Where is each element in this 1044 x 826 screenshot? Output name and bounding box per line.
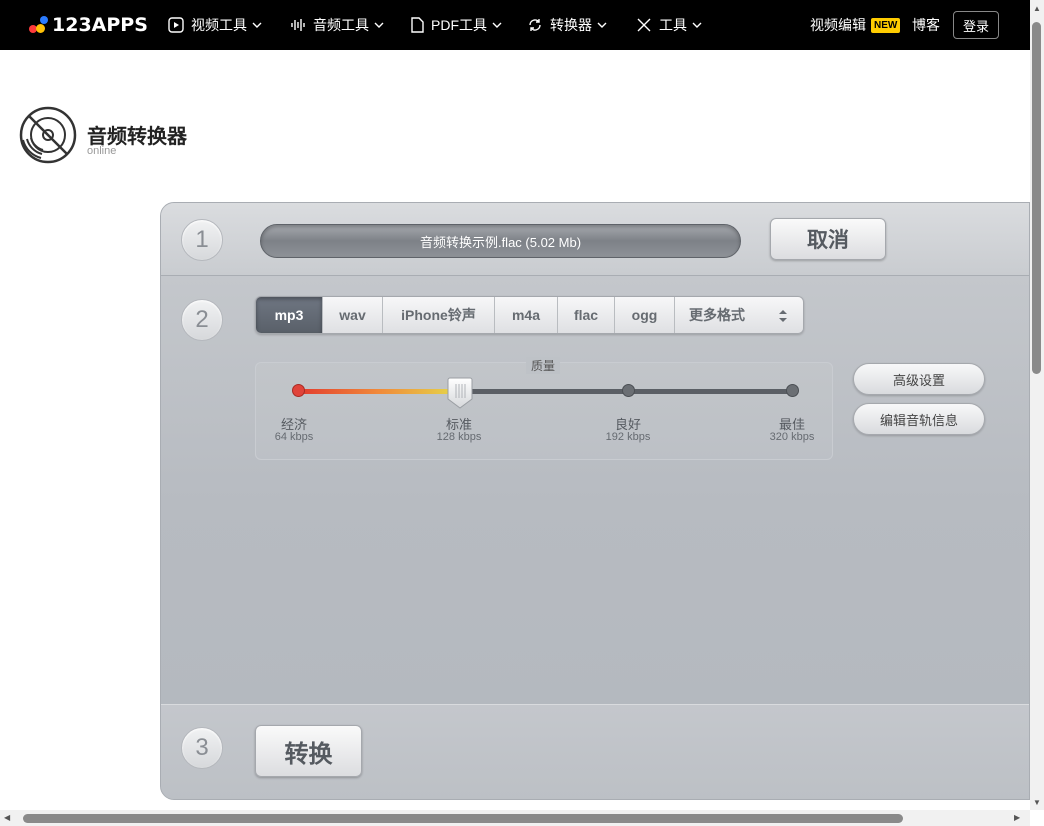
format-selector: mp3 wav iPhone铃声 m4a flac ogg 更多格式: [255, 296, 804, 334]
nav-tools-label: 工具: [659, 17, 687, 33]
format-iphone-ringtone[interactable]: iPhone铃声: [383, 297, 495, 333]
top-navigation-bar: 123APPS 视频工具 音频工具 PDF工具 转换器 工具 视频编辑 NEW …: [0, 0, 1030, 50]
quality-slider-group: 质量 经济 64 kbps 标准 128 kbps 良好 192 kbps 最佳…: [255, 357, 833, 460]
quality-economy-rate: 64 kbps: [274, 431, 314, 443]
scroll-right-icon[interactable]: ▶: [1014, 813, 1020, 822]
play-icon: [168, 17, 184, 33]
nav-converter[interactable]: 转换器: [527, 15, 607, 35]
updown-arrows-icon: [779, 310, 787, 322]
quality-stop-good[interactable]: [622, 384, 635, 397]
chevron-down-icon: [252, 22, 262, 28]
logo-dots-icon: [29, 15, 49, 35]
step-2-number: 2: [181, 299, 223, 341]
quality-stop-economy[interactable]: [292, 384, 305, 397]
scroll-down-icon[interactable]: ▼: [1033, 798, 1041, 807]
quality-track-fill: [298, 389, 460, 394]
format-ogg[interactable]: ogg: [615, 297, 675, 333]
nav-audio-tools[interactable]: 音频工具: [290, 15, 384, 35]
edit-track-info-button[interactable]: 编辑音轨信息: [853, 403, 985, 435]
convert-button[interactable]: 转换: [255, 725, 362, 777]
nav-tools[interactable]: 工具: [636, 15, 702, 35]
format-m4a[interactable]: m4a: [495, 297, 558, 333]
file-name-bar: 音频转换示例.flac (5.02 Mb): [260, 224, 741, 258]
vertical-scrollbar-thumb[interactable]: [1032, 22, 1041, 374]
logo[interactable]: 123APPS: [29, 14, 148, 36]
nav-video-editor[interactable]: 视频编辑 NEW: [810, 15, 901, 35]
quality-standard-rate: 128 kbps: [436, 431, 482, 443]
advanced-settings-button[interactable]: 高级设置: [853, 363, 985, 395]
converter-panel: 1 音频转换示例.flac (5.02 Mb) 取消 2 mp3 wav iPh…: [160, 202, 1030, 800]
tools-icon: [637, 18, 651, 32]
nav-pdf-tools[interactable]: PDF工具: [410, 15, 502, 35]
cancel-button[interactable]: 取消: [770, 218, 886, 260]
nav-converter-label: 转换器: [550, 17, 592, 33]
scroll-up-icon[interactable]: ▲: [1033, 4, 1041, 13]
format-mp3[interactable]: mp3: [256, 297, 323, 333]
step-1-number: 1: [181, 219, 223, 261]
scroll-left-icon[interactable]: ◀: [4, 813, 10, 822]
nav-video-tools-label: 视频工具: [191, 17, 247, 33]
nav-audio-tools-label: 音频工具: [313, 17, 369, 33]
nav-video-tools[interactable]: 视频工具: [168, 15, 262, 35]
format-more-dropdown[interactable]: 更多格式: [675, 297, 803, 333]
step-3-number: 3: [181, 727, 223, 769]
format-flac[interactable]: flac: [558, 297, 615, 333]
nav-video-editor-label: 视频编辑: [810, 17, 866, 33]
nav-pdf-tools-label: PDF工具: [431, 17, 487, 33]
nav-blog[interactable]: 博客: [912, 15, 940, 35]
format-more-label: 更多格式: [689, 307, 745, 323]
logo-text: 123APPS: [52, 14, 148, 36]
quality-slider-handle[interactable]: [447, 377, 473, 409]
quality-label: 质量: [526, 357, 561, 374]
login-button[interactable]: 登录: [953, 11, 999, 39]
page-subtitle: online: [87, 145, 117, 157]
quality-good-rate: 192 kbps: [605, 431, 651, 443]
chevron-down-icon: [374, 22, 384, 28]
chevron-down-icon: [692, 22, 702, 28]
new-badge: NEW: [871, 17, 901, 33]
waveform-icon: [291, 19, 305, 31]
chevron-down-icon: [597, 22, 607, 28]
chevron-down-icon: [492, 22, 502, 28]
document-icon: [411, 17, 424, 33]
convert-icon: [529, 19, 541, 31]
quality-stop-best[interactable]: [786, 384, 799, 397]
disc-icon: [19, 106, 77, 164]
format-wav[interactable]: wav: [323, 297, 383, 333]
horizontal-scrollbar-thumb[interactable]: [23, 814, 903, 823]
quality-best-rate: 320 kbps: [769, 431, 815, 443]
